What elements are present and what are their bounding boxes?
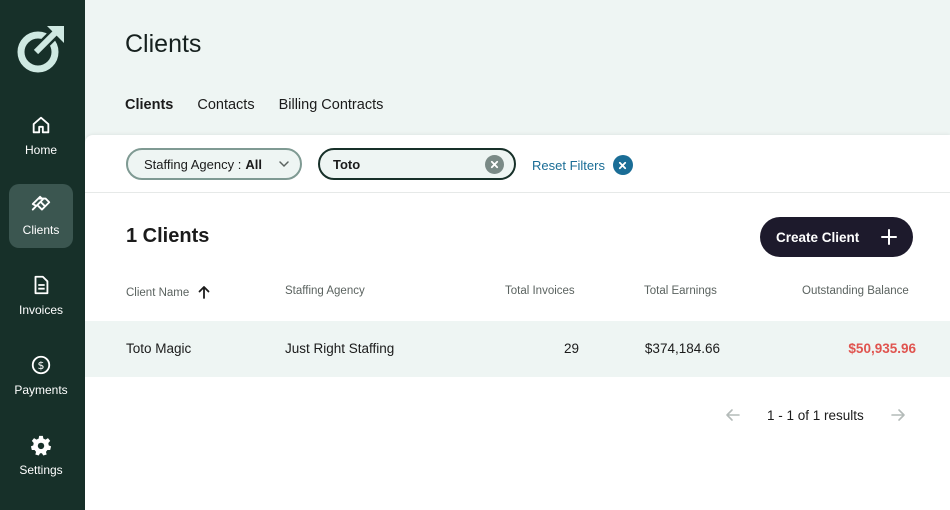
create-client-button[interactable]: Create Client — [760, 217, 913, 257]
chevron-down-icon — [279, 161, 289, 168]
gear-icon — [30, 435, 52, 456]
agency-filter-value: All — [245, 156, 262, 172]
cell-total-invoices: 29 — [563, 341, 579, 356]
brand-logo[interactable] — [16, 22, 68, 74]
cell-client-name[interactable]: Toto Magic — [126, 341, 191, 356]
pagination: 1 - 1 of 1 results — [725, 407, 906, 423]
tab-clients[interactable]: Clients — [125, 97, 174, 141]
column-header-outstanding-balance[interactable]: Outstanding Balance — [802, 285, 909, 297]
next-page-icon[interactable] — [890, 407, 906, 423]
sidebar-item-invoices[interactable]: Invoices — [9, 264, 73, 328]
cell-staffing-agency: Just Right Staffing — [285, 341, 395, 356]
sort-ascending-icon — [199, 286, 210, 299]
clients-panel: Staffing Agency : All Reset Filters — [85, 135, 950, 510]
previous-page-icon[interactable] — [725, 407, 741, 423]
sidebar-item-label: Settings — [19, 463, 63, 477]
staffing-agency-select[interactable]: Staffing Agency : All — [126, 148, 302, 180]
column-header-total-earnings[interactable]: Total Earnings — [644, 285, 717, 297]
create-client-label: Create Client — [776, 229, 860, 245]
sidebar-item-settings[interactable]: Settings — [9, 424, 73, 488]
sidebar-item-label: Invoices — [18, 303, 64, 317]
pagination-text: 1 - 1 of 1 results — [767, 407, 864, 423]
column-header-total-invoices[interactable]: Total Invoices — [505, 285, 575, 297]
column-header-staffing-agency[interactable]: Staffing Agency — [285, 285, 365, 297]
sidebar-item-clients[interactable]: Clients — [9, 184, 73, 248]
column-header-client-name[interactable]: Client Name — [126, 285, 210, 299]
tab-billing-contracts[interactable]: Billing Contracts — [279, 97, 384, 133]
close-icon — [490, 160, 499, 169]
sidebar-item-label: Payments — [14, 383, 68, 397]
search-input[interactable] — [333, 156, 473, 172]
sidebar-item-payments[interactable]: $ Payments — [9, 344, 73, 408]
cell-outstanding-balance: $50,935.96 — [848, 341, 916, 356]
page-title: Clients — [125, 30, 202, 58]
dollar-icon: $ — [31, 355, 51, 375]
svg-text:$: $ — [38, 359, 45, 372]
sidebar-item-label: Clients — [22, 223, 60, 237]
cell-total-earnings: $374,184.66 — [644, 341, 720, 356]
home-icon — [32, 116, 50, 134]
filter-bar: Staffing Agency : All Reset Filters — [85, 135, 950, 193]
table-row[interactable]: Toto Magic Just Right Staffing 29 $374,1… — [85, 321, 950, 377]
document-icon — [34, 275, 49, 295]
handshake-icon — [31, 195, 51, 211]
sidebar-item-home[interactable]: Home — [9, 104, 73, 168]
reset-close-icon — [612, 155, 633, 175]
sidebar: Home Clients Invoices $ Payments Setting… — [0, 0, 85, 510]
clear-search-button[interactable] — [485, 155, 504, 174]
reset-filters-label: Reset Filters — [532, 157, 605, 173]
sidebar-item-label: Home — [24, 143, 57, 157]
tab-bar: Clients Contacts Billing Contracts — [125, 97, 384, 141]
plus-icon — [881, 229, 897, 245]
reset-filters-button[interactable]: Reset Filters — [532, 155, 633, 175]
tab-contacts[interactable]: Contacts — [197, 97, 254, 133]
search-field — [318, 148, 516, 180]
main-content: Clients Clients Contacts Billing Contrac… — [85, 0, 950, 510]
client-count: 1 Clients — [126, 225, 210, 247]
agency-filter-label: Staffing Agency : — [144, 156, 242, 172]
